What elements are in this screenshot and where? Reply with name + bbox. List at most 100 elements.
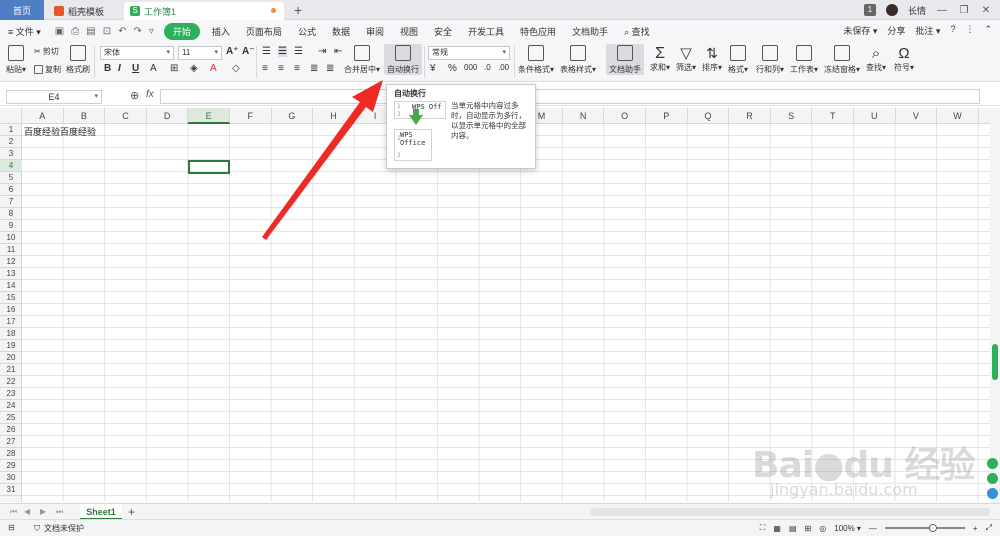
row-header-27[interactable]: 27 — [0, 436, 22, 448]
minimize-icon[interactable]: — — [936, 5, 948, 16]
tab-start[interactable]: 开始 — [163, 22, 200, 40]
currency-icon[interactable]: ¥ — [430, 63, 436, 74]
side-icon[interactable] — [987, 473, 998, 484]
zoom-knob[interactable] — [928, 524, 937, 532]
font-family-select[interactable]: 宋体 — [100, 46, 174, 60]
strikethrough-icon[interactable]: A — [150, 63, 157, 74]
formula-input[interactable] — [160, 89, 980, 104]
find-button[interactable]: ⌕ 查找▾ — [866, 45, 886, 73]
print-icon[interactable]: ▤ — [86, 26, 95, 37]
percent-icon[interactable]: % — [448, 63, 457, 74]
macro-icon[interactable]: ⊟ — [8, 523, 15, 532]
row-header-26[interactable]: 26 — [0, 424, 22, 436]
italic-button[interactable]: I — [118, 63, 121, 74]
row-header-2[interactable]: 2 — [0, 136, 22, 148]
sort-button[interactable]: ⇅ 排序▾ — [702, 45, 722, 73]
file-menu[interactable]: ≡ 文件 ▾ — [0, 25, 49, 38]
wrap-text-button[interactable]: 自动换行 — [384, 44, 422, 75]
save-icon[interactable]: ▣ — [55, 26, 64, 37]
row-header-6[interactable]: 6 — [0, 184, 22, 196]
page-break-icon[interactable]: ⊞ — [805, 524, 812, 533]
thousands-icon[interactable]: 000 — [464, 63, 477, 72]
copy-button[interactable]: 复制 — [34, 64, 61, 75]
column-header-p[interactable]: P — [646, 108, 688, 124]
tab-security[interactable]: 安全 — [426, 25, 460, 38]
column-header-w[interactable]: W — [937, 108, 979, 124]
zoom-lens-icon[interactable]: ⊕ — [130, 89, 139, 102]
collapse-ribbon-icon[interactable]: ⌃ — [984, 24, 992, 37]
tab-template[interactable]: 稻壳模板 — [48, 2, 120, 20]
column-header-g[interactable]: G — [272, 108, 314, 124]
row-header-7[interactable]: 7 — [0, 196, 22, 208]
paste-button[interactable]: 粘贴▾ — [6, 45, 26, 75]
vertical-scrollbar[interactable] — [990, 108, 1000, 504]
tab-workbook[interactable]: S 工作簿1 — [124, 2, 284, 20]
tab-doc-helper[interactable]: 文档助手 — [564, 25, 616, 38]
decrease-decimal-icon[interactable]: .00 — [498, 63, 509, 72]
column-header-v[interactable]: V — [896, 108, 938, 124]
tab-data[interactable]: 数据 — [324, 25, 358, 38]
freeze-panes-button[interactable]: 冻结窗格▾ — [824, 45, 860, 75]
row-header-30[interactable]: 30 — [0, 472, 22, 484]
column-header-o[interactable]: O — [604, 108, 646, 124]
sheet-tab[interactable]: Sheet1 — [80, 504, 122, 520]
column-header-e[interactable]: E — [188, 108, 230, 124]
row-header-10[interactable]: 10 — [0, 232, 22, 244]
conditional-format-button[interactable]: 条件格式▾ — [518, 45, 554, 75]
row-header-17[interactable]: 17 — [0, 316, 22, 328]
scroll-thumb[interactable] — [992, 344, 998, 380]
zoom-level[interactable]: 100% ▾ — [834, 524, 861, 533]
name-box[interactable]: E4 — [6, 90, 102, 104]
column-header-n[interactable]: N — [563, 108, 605, 124]
column-header-u[interactable]: U — [854, 108, 896, 124]
next-sheet-icon[interactable]: ▶ — [40, 507, 46, 516]
selected-cell-e4[interactable] — [188, 160, 230, 174]
new-tab-button[interactable]: + — [294, 2, 302, 18]
number-format-select[interactable]: 常规 — [428, 46, 510, 60]
align-bottom-icon[interactable]: ☰ — [294, 46, 303, 57]
symbol-button[interactable]: Ω 符号▾ — [894, 45, 914, 73]
row-header-9[interactable]: 9 — [0, 220, 22, 232]
more-icon[interactable]: ⋮ — [965, 24, 974, 37]
column-header-q[interactable]: Q — [688, 108, 730, 124]
clear-format-icon[interactable]: ◇ — [232, 63, 240, 74]
cell-a1[interactable]: 百度经验百度经验 — [24, 125, 96, 138]
row-header-31[interactable]: 31 — [0, 484, 22, 496]
table-style-button[interactable]: 表格样式▾ — [560, 45, 596, 75]
font-color-icon[interactable]: A — [210, 63, 217, 74]
row-header-29[interactable]: 29 — [0, 460, 22, 472]
tab-page-layout[interactable]: 页面布局 — [238, 25, 290, 38]
page-count-badge[interactable]: 1 — [863, 4, 876, 16]
increase-font-icon[interactable]: A⁺ — [226, 46, 239, 57]
bold-button[interactable]: B — [104, 63, 111, 74]
distributed-icon[interactable]: ≣ — [326, 63, 334, 74]
row-header-15[interactable]: 15 — [0, 292, 22, 304]
select-all-corner[interactable] — [0, 108, 22, 124]
horizontal-scrollbar[interactable] — [590, 508, 990, 516]
font-size-select[interactable]: 11 — [178, 46, 222, 60]
undo-icon[interactable]: ↶ — [118, 26, 126, 37]
column-header-t[interactable]: T — [812, 108, 854, 124]
row-header-11[interactable]: 11 — [0, 244, 22, 256]
page-view-icon[interactable]: ▤ — [789, 524, 797, 533]
align-top-icon[interactable]: ☰ — [262, 46, 271, 57]
format-button[interactable]: 格式▾ — [728, 45, 748, 75]
normal-view-icon[interactable]: ▦ — [773, 524, 781, 533]
align-left-icon[interactable]: ≡ — [262, 63, 268, 74]
add-sheet-button[interactable]: + — [128, 505, 135, 519]
customize-icon[interactable]: ▿ — [149, 26, 154, 37]
row-header-16[interactable]: 16 — [0, 304, 22, 316]
restore-icon[interactable]: ❐ — [958, 5, 970, 16]
underline-button[interactable]: U — [132, 63, 139, 74]
help-icon[interactable]: ? — [950, 24, 955, 37]
avatar[interactable] — [885, 4, 898, 16]
export-icon[interactable]: ⊡ — [103, 26, 111, 37]
row-header-19[interactable]: 19 — [0, 340, 22, 352]
column-header-f[interactable]: F — [230, 108, 272, 124]
row-header-24[interactable]: 24 — [0, 400, 22, 412]
tab-review[interactable]: 审阅 — [358, 25, 392, 38]
increase-decimal-icon[interactable]: .0 — [484, 63, 491, 72]
tab-formulas[interactable]: 公式 — [290, 25, 324, 38]
user-name[interactable]: 长情 — [908, 4, 926, 17]
column-header-b[interactable]: B — [64, 108, 106, 124]
